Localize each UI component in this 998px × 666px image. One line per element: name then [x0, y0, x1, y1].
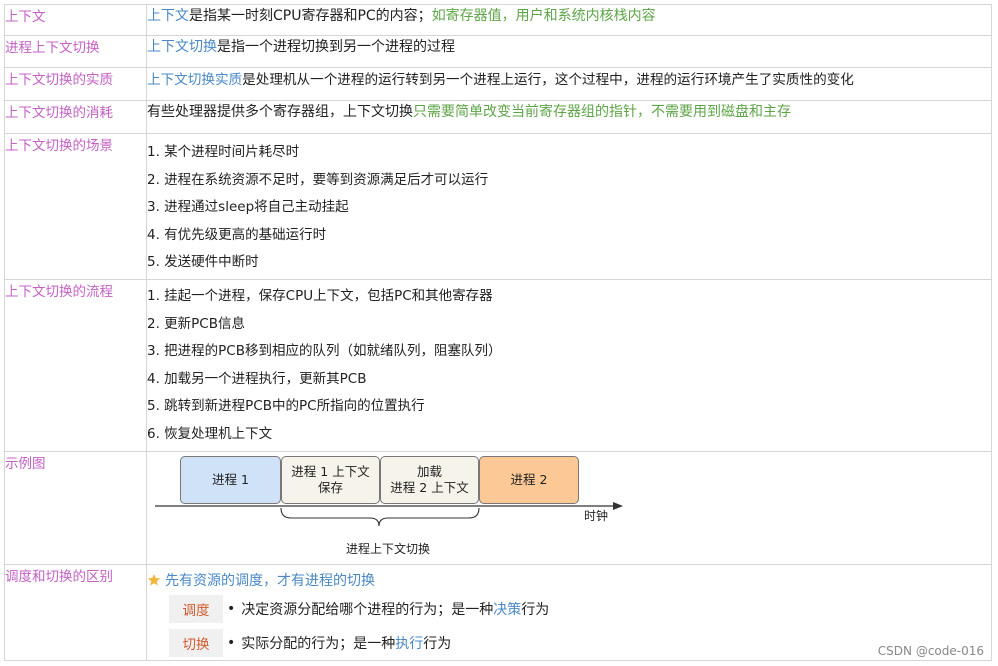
- label-cost: 上下文切换的消耗: [4, 100, 147, 134]
- label-scenarios: 上下文切换的场景: [4, 133, 147, 280]
- term-essence: 上下文切换实质: [147, 72, 243, 88]
- scheduling-text-a: 决定资源分配给哪个进程的行为；是一种: [241, 602, 494, 618]
- list-item: 2. 进程在系统资源不足时，要等到资源满足后才可以运行: [147, 171, 489, 188]
- list-item: 3. 进程通过sleep将自己主动挂起: [147, 199, 349, 215]
- label-flow: 上下文切换的流程: [4, 279, 147, 452]
- value-context: 上下文是指某一时刻CPU寄存器和PC的内容；如寄存器值，用户和系统内核栈内容: [146, 4, 992, 36]
- context-switch-table: 上下文 上下文是指某一时刻CPU寄存器和PC的内容；如寄存器值，用户和系统内核栈…: [4, 4, 992, 661]
- value-scenarios: 1. 某个进程时间片耗尽时 2. 进程在系统资源不足时，要等到资源满足后才可以运…: [146, 133, 992, 280]
- text-switch: 是指一个进程切换到另一个进程的过程: [217, 39, 455, 55]
- switching-value: • 实际分配的行为；是一种 执行 行为: [227, 629, 451, 657]
- row-switch: 进程上下文切换 上下文切换是指一个进程切换到另一个进程的过程: [4, 35, 992, 68]
- note-context: 如寄存器值，用户和系统内核栈内容: [431, 8, 656, 24]
- text-context: 是指某一时刻CPU寄存器和PC的内容；: [189, 8, 432, 24]
- row-difference: 调度和切换的区别 先有资源的调度，才有进程的切换 调度 • 决定资源分配给哪个进程…: [4, 564, 992, 661]
- scheduling-value: • 决定资源分配给哪个进程的行为；是一种 决策 行为: [227, 595, 549, 623]
- term-context: 上下文: [147, 8, 189, 24]
- label-difference: 调度和切换的区别: [4, 564, 147, 661]
- list-item: 2. 更新PCB信息: [147, 315, 246, 332]
- context-switch-brace: [280, 507, 480, 527]
- example-diagram: 进程 1 进程 1 上下文 保存 加载 进程 2 上下文 进程 2 时钟 进程上下文: [147, 452, 991, 556]
- bullet-icon: •: [227, 635, 236, 651]
- value-example: 进程 1 进程 1 上下文 保存 加载 进程 2 上下文 进程 2 时钟 进程上下文: [146, 451, 992, 565]
- value-switch: 上下文切换是指一个进程切换到另一个进程的过程: [146, 35, 992, 68]
- row-essence: 上下文切换的实质 上下文切换实质是处理机从一个进程的运行转到另一个进程上运行，这…: [4, 67, 992, 101]
- list-item: 4. 加载另一个进程执行，更新其PCB: [147, 370, 367, 387]
- list-item: 5. 跳转到新进程PCB中的PC所指向的位置执行: [147, 398, 425, 414]
- label-switch: 进程上下文切换: [4, 35, 147, 68]
- note-cost: 只需要简单改变当前寄存器组的指针，不需要用到磁盘和主存: [413, 104, 791, 120]
- scheduling-row: 调度 • 决定资源分配给哪个进程的行为；是一种 决策 行为: [147, 591, 991, 625]
- bullet-icon: •: [227, 601, 236, 617]
- switching-row: 切换 • 实际分配的行为；是一种 执行 行为: [147, 625, 991, 659]
- difference-headline-row: 先有资源的调度，才有进程的切换: [147, 569, 991, 591]
- term-switch: 上下文切换: [147, 39, 217, 55]
- row-cost: 上下文切换的消耗 有些处理器提供多个寄存器组，上下文切换只需要简单改变当前寄存器…: [4, 100, 992, 134]
- row-scenarios: 上下文切换的场景 1. 某个进程时间片耗尽时 2. 进程在系统资源不足时，要等到…: [4, 133, 992, 280]
- scheduling-key: 调度: [169, 595, 223, 623]
- switching-highlight: 执行: [395, 636, 424, 652]
- list-item: 3. 把进程的PCB移到相应的队列（如就绪队列，阻塞队列）: [147, 343, 502, 359]
- row-example: 示例图 进程 1 进程 1 上下文 保存 加载 进程 2 上下文 进程 2 时钟…: [4, 451, 992, 565]
- text-cost: 有些处理器提供多个寄存器组，上下文切换: [147, 104, 413, 120]
- watermark: CSDN @code-016: [877, 644, 984, 658]
- star-icon: [147, 573, 161, 586]
- value-cost: 有些处理器提供多个寄存器组，上下文切换只需要简单改变当前寄存器组的指针，不需要用…: [146, 100, 992, 134]
- row-context: 上下文 上下文是指某一时刻CPU寄存器和PC的内容；如寄存器值，用户和系统内核栈…: [4, 4, 992, 36]
- scheduling-highlight: 决策: [493, 602, 522, 618]
- switching-text-a: 实际分配的行为；是一种: [241, 636, 396, 652]
- list-item: 5. 发送硬件中断时: [147, 254, 259, 270]
- list-item: 1. 某个进程时间片耗尽时: [147, 144, 300, 160]
- timeline-svg: [155, 502, 623, 527]
- text-essence: 是处理机从一个进程的运行转到另一个进程上运行，这个过程中，进程的运行环境产生了实…: [242, 72, 854, 88]
- value-difference: 先有资源的调度，才有进程的切换 调度 • 决定资源分配给哪个进程的行为；是一种 决策…: [146, 564, 992, 661]
- value-flow: 1. 挂起一个进程，保存CPU上下文，包括PC和其他寄存器 2. 更新PCB信息…: [146, 279, 992, 452]
- label-example: 示例图: [4, 451, 147, 565]
- row-flow: 上下文切换的流程 1. 挂起一个进程，保存CPU上下文，包括PC和其他寄存器 2…: [4, 279, 992, 452]
- difference-headline: 先有资源的调度，才有进程的切换: [165, 573, 375, 589]
- list-item: 6. 恢复处理机上下文: [147, 425, 273, 442]
- scheduling-text-b: 行为: [521, 602, 550, 618]
- value-essence: 上下文切换实质是处理机从一个进程的运行转到另一个进程上运行，这个过程中，进程的运…: [146, 67, 992, 101]
- list-item: 4. 有优先级更高的基础运行时: [147, 226, 327, 243]
- label-context: 上下文: [4, 4, 147, 36]
- time-axis-arrowhead: [613, 502, 623, 510]
- flow-list: 1. 挂起一个进程，保存CPU上下文，包括PC和其他寄存器 2. 更新PCB信息…: [147, 285, 991, 450]
- scenario-list: 1. 某个进程时间片耗尽时 2. 进程在系统资源不足时，要等到资源满足后才可以运…: [147, 141, 991, 279]
- list-item: 1. 挂起一个进程，保存CPU上下文，包括PC和其他寄存器: [147, 288, 493, 304]
- label-essence: 上下文切换的实质: [4, 67, 147, 101]
- switching-key: 切换: [169, 629, 223, 657]
- axis-label-clock: 时钟: [584, 509, 609, 523]
- brace-label: 进程上下文切换: [346, 542, 431, 556]
- switching-text-b: 行为: [423, 636, 452, 652]
